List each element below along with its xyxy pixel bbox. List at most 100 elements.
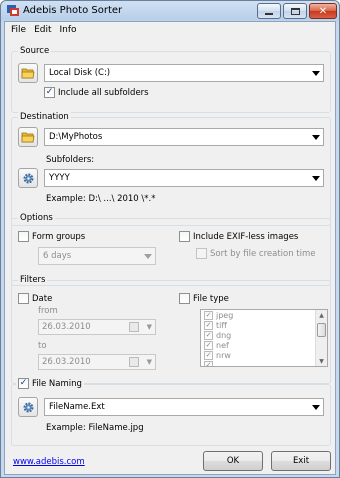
file-type-item-label: tiff: [216, 320, 227, 330]
sort-by-creation-checkbox[interactable]: Sort by file creation time: [196, 248, 316, 259]
exit-button[interactable]: Exit: [271, 451, 331, 471]
app-window: Adebis Photo Sorter ✕ File Edit Info Sou…: [0, 0, 340, 478]
list-item[interactable]: ✓ nrw: [201, 350, 327, 360]
scroll-down-icon[interactable]: ▼: [316, 356, 327, 366]
menu-bar: File Edit Info: [5, 22, 335, 38]
file-naming-group: ✓ File Naming FileName.Ext Example: File…: [11, 378, 331, 446]
source-group: Source Local Disk (C:) ✓ Include all sub…: [11, 46, 331, 113]
group-days-value: 6 days: [43, 251, 72, 261]
client-area: File Edit Info Source Local Disk (C:) ✓: [4, 21, 336, 475]
checkmark-icon: ✓: [204, 340, 213, 350]
app-icon: [7, 5, 19, 16]
destination-label: Destination: [18, 112, 71, 122]
close-icon: ✕: [318, 5, 328, 17]
sort-by-creation-label: Sort by file creation time: [210, 248, 316, 259]
chevron-down-icon: ▼: [146, 323, 152, 331]
options-group: Options Form groups 6 days Include EXIF-…: [11, 213, 331, 286]
options-label: Options: [18, 213, 55, 223]
destination-group: Destination D:\MyPhotos Subfolders: YYYY…: [11, 112, 331, 226]
subfolders-select[interactable]: YYYY: [44, 169, 324, 187]
window-title: Adebis Photo Sorter: [23, 5, 123, 16]
form-groups-checkbox[interactable]: Form groups: [18, 231, 85, 242]
group-days-select[interactable]: 6 days: [38, 247, 156, 265]
source-drive-select[interactable]: Local Disk (C:): [44, 64, 324, 82]
chevron-down-icon: [309, 399, 323, 415]
ok-button[interactable]: OK: [203, 451, 263, 471]
file-type-checkbox[interactable]: File type: [179, 293, 229, 304]
destination-path-value: D:\MyPhotos: [49, 132, 103, 142]
filters-label: Filters: [18, 275, 48, 285]
chevron-down-icon: [309, 65, 323, 81]
date-filter-checkbox[interactable]: Date: [18, 293, 52, 304]
calendar-icon: [129, 322, 139, 332]
checkmark-icon: ✓: [204, 310, 213, 320]
to-label: to: [38, 341, 47, 351]
menu-info[interactable]: Info: [60, 25, 77, 35]
include-exifless-checkbox[interactable]: Include EXIF-less images: [179, 231, 298, 242]
checkmark-icon: ✓: [204, 320, 213, 330]
file-type-item-label: ...: [216, 360, 224, 367]
calendar-icon: [129, 357, 139, 367]
scroll-thumb[interactable]: [317, 323, 326, 337]
file-naming-checkbox[interactable]: ✓ File Naming: [16, 378, 84, 389]
checkbox-icon: [18, 293, 29, 304]
checkmark-icon: ✓: [18, 378, 29, 389]
naming-pattern-select[interactable]: FileName.Ext: [44, 398, 324, 416]
chevron-down-icon: [141, 248, 155, 264]
gear-icon: [23, 173, 33, 183]
website-link[interactable]: www.adebis.com: [13, 457, 85, 467]
maximize-icon: [290, 7, 300, 15]
checkmark-icon: ✓: [44, 87, 55, 98]
chevron-down-icon: [309, 170, 323, 186]
folder-icon: [21, 68, 35, 79]
include-subfolders-label: Include all subfolders: [58, 87, 149, 98]
checkbox-icon: [179, 293, 190, 304]
chevron-down-icon: ▼: [146, 358, 152, 366]
subfolders-value: YYYY: [49, 173, 70, 183]
destination-path-select[interactable]: D:\MyPhotos: [44, 128, 324, 146]
form-groups-label: Form groups: [32, 231, 86, 242]
to-date-value: 26.03.2010: [42, 357, 91, 367]
file-type-item-label: dng: [216, 330, 232, 340]
menu-file[interactable]: File: [11, 25, 26, 35]
menu-edit[interactable]: Edit: [34, 25, 51, 35]
file-type-item-label: nrw: [216, 350, 231, 360]
chevron-down-icon: [309, 129, 323, 145]
list-item[interactable]: ✓ tiff: [201, 320, 327, 330]
from-label: from: [38, 306, 58, 316]
destination-example: Example: D:\ ...\ 2010 \*.*: [46, 194, 156, 204]
checkmark-icon: ✓: [204, 330, 213, 340]
list-item[interactable]: ✓ jpeg: [201, 310, 327, 320]
source-label: Source: [18, 46, 52, 56]
scroll-up-icon[interactable]: ▲: [316, 310, 327, 320]
include-subfolders-checkbox[interactable]: ✓ Include all subfolders: [44, 87, 149, 98]
naming-pattern-value: FileName.Ext: [49, 402, 105, 412]
from-date-value: 26.03.2010: [42, 322, 91, 332]
naming-example: Example: FileName.jpg: [46, 423, 144, 433]
checkbox-icon: [179, 231, 190, 242]
destination-browse-button[interactable]: [18, 127, 38, 147]
maximize-button[interactable]: [283, 3, 307, 19]
checkmark-icon: ✓: [204, 350, 213, 360]
subfolders-settings-button[interactable]: [18, 168, 38, 188]
close-button[interactable]: ✕: [309, 3, 337, 19]
minimize-button[interactable]: [257, 3, 281, 19]
source-browse-button[interactable]: [18, 63, 38, 83]
file-type-scrollbar[interactable]: ▲ ▼: [315, 310, 327, 366]
file-type-list[interactable]: ✓ jpeg ✓ tiff ✓ dng ✓ nef ✓ nrw ✓... ▲ ▼: [200, 309, 328, 367]
list-item[interactable]: ✓...: [201, 360, 327, 367]
minimize-icon: [265, 12, 273, 15]
file-type-item-label: jpeg: [216, 310, 234, 320]
list-item[interactable]: ✓ nef: [201, 340, 327, 350]
include-exifless-label: Include EXIF-less images: [193, 231, 299, 242]
source-drive-value: Local Disk (C:): [49, 68, 111, 78]
checkmark-icon: ✓: [204, 360, 213, 366]
date-filter-label: Date: [32, 293, 53, 304]
subfolders-label: Subfolders:: [46, 155, 95, 165]
to-date-picker[interactable]: 26.03.2010 ▼: [38, 354, 156, 370]
list-item[interactable]: ✓ dng: [201, 330, 327, 340]
title-bar[interactable]: Adebis Photo Sorter ✕: [1, 1, 339, 21]
file-naming-label: File Naming: [32, 378, 82, 389]
from-date-picker[interactable]: 26.03.2010 ▼: [38, 319, 156, 335]
naming-settings-button[interactable]: [18, 397, 38, 417]
